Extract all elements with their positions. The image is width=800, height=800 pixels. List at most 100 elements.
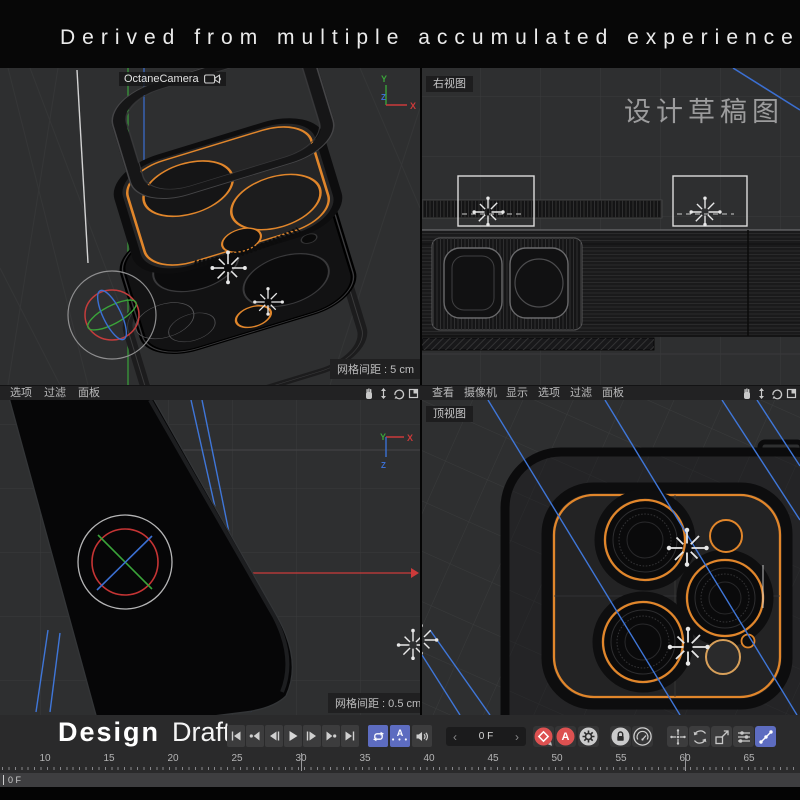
- prev-key-button[interactable]: [246, 725, 264, 747]
- ruler-label: 50: [544, 753, 570, 764]
- viewport-right-view[interactable]: 右视图 设计草稿图: [422, 68, 800, 385]
- top-view-scene: [422, 400, 800, 715]
- grid-spacing-label: 网格间距 : 5 cm: [330, 359, 420, 379]
- flash: [710, 520, 742, 552]
- playback-rate-button[interactable]: [632, 726, 653, 747]
- grid-spacing-label: 网格间距 : 0.5 cm: [328, 693, 420, 713]
- record-position-button[interactable]: [667, 726, 688, 747]
- playhead-frame: 0 F: [8, 775, 21, 785]
- white-spline: [77, 70, 88, 263]
- svg-text:Z: Z: [381, 461, 386, 470]
- svg-text:Y: Y: [380, 432, 386, 442]
- ruler-ticks: [2, 767, 798, 770]
- ruler-label: 40: [416, 753, 442, 764]
- sound-button[interactable]: [412, 725, 432, 747]
- viewport-menubar: 选项 过滤 面板 查看 摄像机 显示 选项 过: [0, 385, 800, 400]
- ruler-label: 10: [32, 753, 58, 764]
- camera-label-text: OctaneCamera: [124, 73, 199, 85]
- record-params-button[interactable]: [733, 726, 754, 747]
- ruler-label: 55: [608, 753, 634, 764]
- keyframe-track-button[interactable]: A• • •: [390, 725, 410, 747]
- lock-button[interactable]: [610, 726, 631, 747]
- play-button[interactable]: [284, 725, 302, 747]
- svg-text:X: X: [407, 433, 413, 443]
- next-key-button[interactable]: [322, 725, 340, 747]
- prev-frame-button[interactable]: [265, 725, 283, 747]
- zoom-arrows-icon[interactable]: [377, 387, 390, 400]
- keyframe-track-letter: A• • •: [392, 729, 408, 743]
- menu-panel[interactable]: 面板: [78, 387, 100, 400]
- autokey-button[interactable]: A: [555, 726, 576, 747]
- camera-label[interactable]: OctaneCamera: [119, 72, 226, 86]
- zoom-arrows-icon[interactable]: [755, 387, 768, 400]
- banner: Derived from multiple accumulated experi…: [0, 0, 800, 68]
- frame-counter-value: 0 F: [479, 731, 493, 742]
- autokey-letter: A: [562, 731, 570, 743]
- ruler-label: 20: [160, 753, 186, 764]
- menu-filter2[interactable]: 过滤: [570, 387, 592, 400]
- viewport-badge: 顶视图: [426, 406, 473, 422]
- jump-start-button[interactable]: [227, 725, 245, 747]
- pan-hand-icon[interactable]: [362, 387, 375, 400]
- menu-panel2[interactable]: 面板: [602, 387, 624, 400]
- bottom-left-scene: [0, 400, 420, 715]
- viewport-top-view[interactable]: 顶视图: [422, 400, 800, 715]
- viewport-nav-icons-right: [740, 387, 798, 400]
- lens-bottom-left: [597, 596, 689, 688]
- svg-text:Y: Y: [381, 74, 387, 84]
- ruler-label: 65: [736, 753, 762, 764]
- menu-display[interactable]: 显示: [506, 387, 528, 400]
- app-window: Derived from multiple accumulated experi…: [0, 0, 800, 800]
- record-keyframe-button[interactable]: [533, 726, 554, 747]
- record-pla-button[interactable]: [755, 726, 776, 747]
- next-frame-button[interactable]: [303, 725, 321, 747]
- camera-module[interactable]: [547, 488, 787, 704]
- axis-gizmo: Y X Z: [374, 425, 418, 473]
- playhead-line: [3, 775, 4, 785]
- camera-icon: [204, 74, 221, 84]
- ruler-label: 35: [352, 753, 378, 764]
- rotation-gizmo[interactable]: [78, 515, 172, 609]
- pan-hand-icon[interactable]: [740, 387, 753, 400]
- rotate-view-icon[interactable]: [392, 387, 405, 400]
- banner-title: Derived from multiple accumulated experi…: [60, 26, 800, 50]
- menu-camera[interactable]: 摄像机: [464, 387, 497, 400]
- viewport-badge: 右视图: [426, 76, 473, 92]
- bottom-strip: [0, 787, 800, 800]
- timeline-footer: Design Draft: [0, 715, 800, 800]
- loop-playback-button[interactable]: [368, 725, 388, 747]
- menu-options[interactable]: 选项: [10, 387, 32, 400]
- rotate-view-icon[interactable]: [770, 387, 783, 400]
- maximize-view-icon[interactable]: [785, 387, 798, 400]
- maximize-view-icon[interactable]: [407, 387, 420, 400]
- title-light: Draft: [172, 717, 231, 747]
- frame-counter[interactable]: ‹ 0 F ›: [446, 727, 526, 746]
- ruler-label: 15: [96, 753, 122, 764]
- perspective-scene: [0, 68, 420, 385]
- phone-side-body: [422, 230, 800, 354]
- menu-options2[interactable]: 选项: [538, 387, 560, 400]
- title-bold: Design: [58, 717, 160, 747]
- svg-text:Z: Z: [381, 93, 386, 102]
- viewport-nav-icons: [362, 387, 420, 400]
- menu-view[interactable]: 查看: [432, 387, 454, 400]
- watermark-text: 设计草稿图: [624, 90, 784, 129]
- record-rotation-button[interactable]: [689, 726, 710, 747]
- viewport-bottom-left[interactable]: Y X Z 网格间距 : 0.5 cm: [0, 400, 420, 715]
- playhead[interactable]: 0 F: [3, 774, 21, 786]
- frame-prev-arrow[interactable]: ‹: [453, 730, 457, 744]
- axis-gizmo: Y Z X: [376, 72, 418, 118]
- record-scale-button[interactable]: [711, 726, 732, 747]
- jump-end-button[interactable]: [341, 725, 359, 747]
- ruler-label: 45: [480, 753, 506, 764]
- menu-filter[interactable]: 过滤: [44, 387, 66, 400]
- lidar: [706, 640, 740, 674]
- viewport-perspective[interactable]: OctaneCamera Y Z X 网格间距 : 5 cm: [0, 68, 420, 385]
- frame-next-arrow[interactable]: ›: [515, 730, 519, 744]
- timeline-scrubber[interactable]: 0 F: [0, 773, 800, 787]
- keyframe-selection-button[interactable]: [578, 726, 599, 747]
- lens-top-left: [599, 494, 691, 586]
- design-draft-title: Design Draft: [58, 717, 231, 748]
- svg-text:X: X: [410, 101, 416, 111]
- ruler-label: 25: [224, 753, 250, 764]
